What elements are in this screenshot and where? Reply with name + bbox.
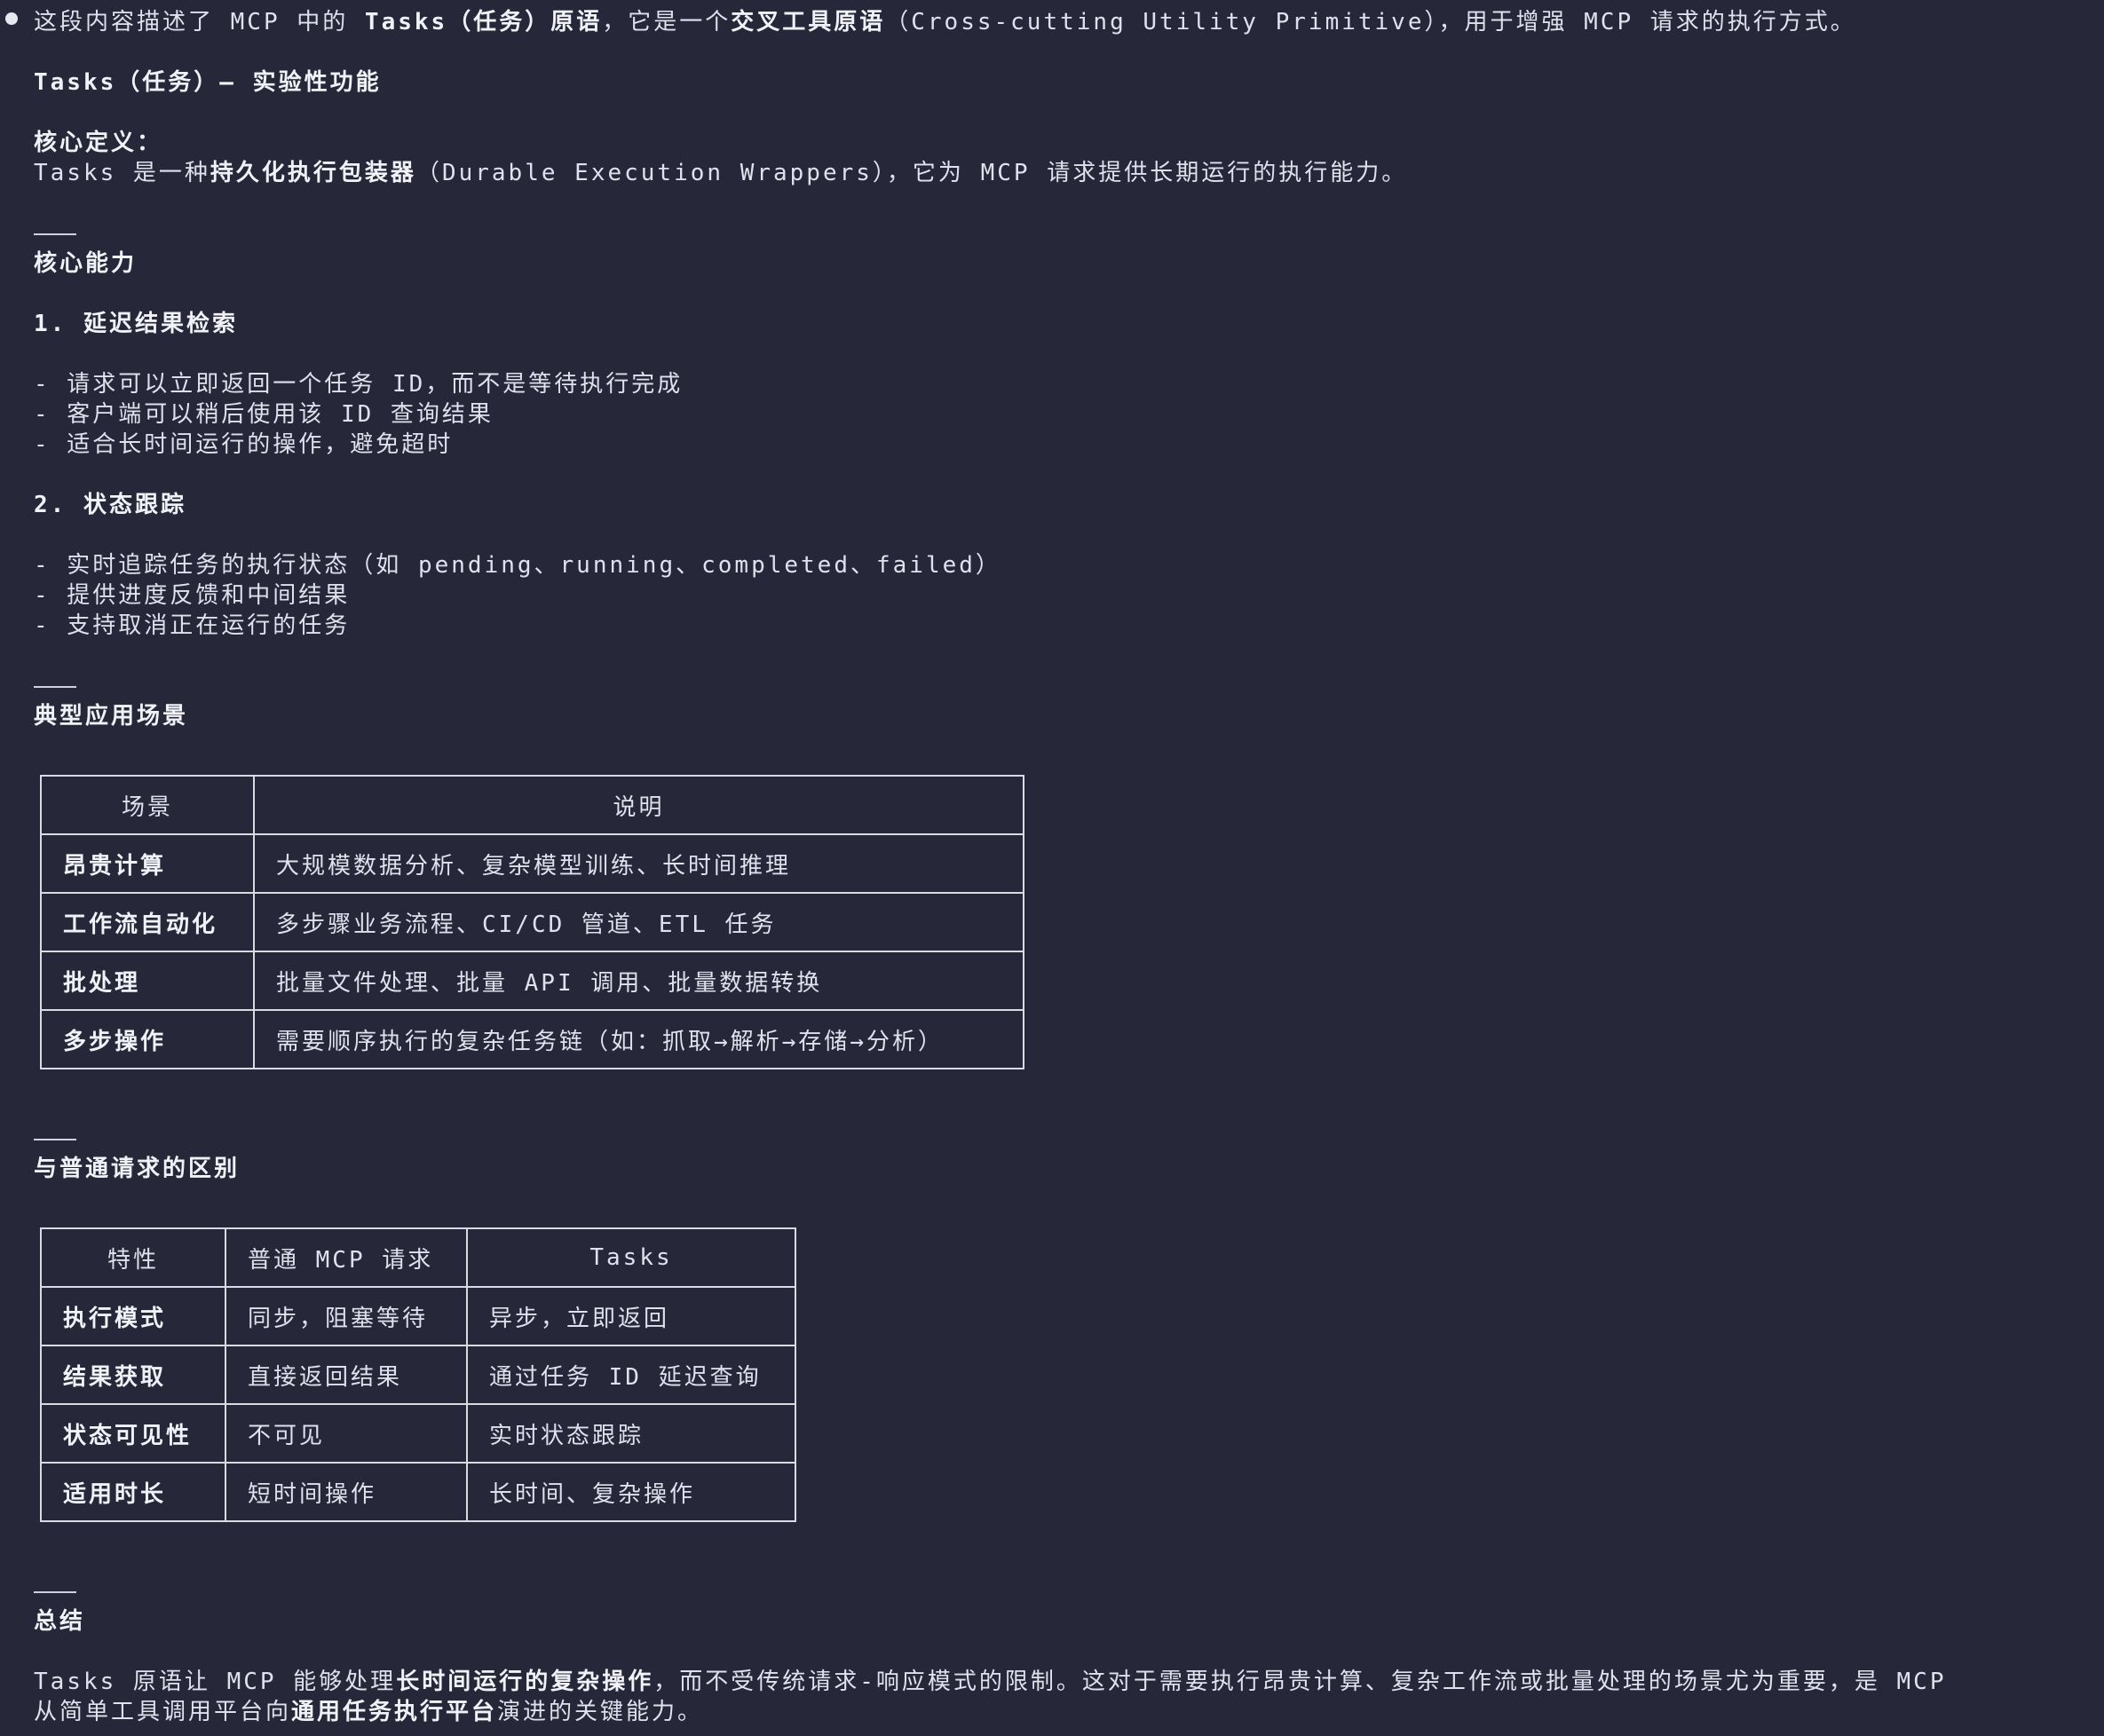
table-key-cell: 工作流自动化	[40, 892, 255, 952]
table-key-cell: 结果获取	[40, 1345, 226, 1405]
table-cell: 短时间操作	[225, 1462, 468, 1522]
intro-text: ，它是一个	[602, 9, 732, 36]
intro-text: （Cross-cutting Utility Primitive），用于增强 M…	[885, 9, 1856, 36]
table-cell: 不可见	[225, 1403, 468, 1464]
table-row: 工作流自动化 多步骤业务流程、CI/CD 管道、ETL 任务	[40, 892, 1024, 952]
ability-1-item: - 适合长时间运行的操作，避免超时	[34, 431, 454, 458]
table-cell: 需要顺序执行的复杂任务链（如：抓取→解析→存储→分析）	[253, 1009, 1024, 1069]
table-row: 执行模式 同步，阻塞等待 异步，立即返回	[40, 1286, 796, 1346]
intro-bold-tasks: Tasks（任务）原语	[364, 9, 603, 36]
comparison-table: 特性 普通 MCP 请求 Tasks 执行模式 同步，阻塞等待 异步，立即返回 …	[40, 1227, 796, 1522]
table-header-cell: 场景	[40, 775, 255, 835]
table-cell: 长时间、复杂操作	[466, 1462, 796, 1522]
definition-bold: 持久化执行包装器	[210, 160, 416, 186]
scenarios-table: 场景 说明 昂贵计算 大规模数据分析、复杂模型训练、长时间推理 工作流自动化 多…	[40, 775, 1024, 1069]
table-key-cell: 状态可见性	[40, 1403, 226, 1464]
intro-line: 这段内容描述了 MCP 中的 Tasks（任务）原语，它是一个交叉工具原语（Cr…	[34, 7, 1856, 37]
table-key-cell: 昂贵计算	[40, 833, 255, 894]
ability-2-item: - 支持取消正在运行的任务	[34, 612, 351, 639]
table-header-cell: 说明	[253, 775, 1024, 835]
core-abilities-heading: 核心能力	[34, 249, 137, 279]
summary-text: Tasks 原语让 MCP 能够处理	[34, 1669, 397, 1695]
core-abilities-label: 核心能力	[34, 250, 138, 277]
separator-rule	[34, 1139, 76, 1140]
ability-2-label: 2. 状态跟踪	[34, 492, 186, 518]
summary-label: 总结	[34, 1608, 86, 1635]
title-text: Tasks（任务）— 实验性功能	[34, 69, 382, 96]
table-key-cell: 批处理	[40, 951, 255, 1011]
table-cell: 实时状态跟踪	[466, 1403, 796, 1464]
table-cell: 多步骤业务流程、CI/CD 管道、ETL 任务	[253, 892, 1024, 952]
table-row: 多步操作 需要顺序执行的复杂任务链（如：抓取→解析→存储→分析）	[40, 1009, 1024, 1069]
section-title: Tasks（任务）— 实验性功能	[34, 67, 382, 98]
ability-2-item: - 实时追踪任务的执行状态（如 pending、running、complete…	[34, 552, 1001, 579]
definition-text: （Durable Execution Wrappers），它为 MCP 请求提供…	[415, 160, 1408, 186]
ability-1-label: 1. 延迟结果检索	[34, 311, 238, 337]
table-cell: 直接返回结果	[225, 1345, 468, 1405]
separator-rule	[34, 1591, 76, 1593]
table-header-row: 场景 说明	[40, 775, 1024, 835]
table-cell: 异步，立即返回	[466, 1286, 796, 1346]
table-row: 结果获取 直接返回结果 通过任务 ID 延迟查询	[40, 1345, 796, 1405]
table-row: 昂贵计算 大规模数据分析、复杂模型训练、长时间推理	[40, 833, 1024, 894]
intro-text: 这段内容描述了 MCP 中的	[34, 9, 365, 36]
core-definition-text: Tasks 是一种持久化执行包装器（Durable Execution Wrap…	[34, 158, 1407, 188]
summary-text: 从简单工具调用平台向	[34, 1699, 292, 1725]
summary-bold: 通用任务执行平台	[291, 1699, 498, 1725]
comparison-heading: 与普通请求的区别	[34, 1154, 240, 1184]
summary-line: 从简单工具调用平台向通用任务执行平台演进的关键能力。	[34, 1697, 703, 1727]
table-key-cell: 多步操作	[40, 1009, 255, 1069]
ability-2-title: 2. 状态跟踪	[34, 490, 186, 520]
summary-line: Tasks 原语让 MCP 能够处理长时间运行的复杂操作，而不受传统请求-响应模…	[34, 1667, 1946, 1697]
table-row: 状态可见性 不可见 实时状态跟踪	[40, 1403, 796, 1464]
scenarios-heading: 典型应用场景	[34, 701, 188, 731]
table-key-cell: 执行模式	[40, 1286, 226, 1346]
table-header-cell: Tasks	[466, 1227, 796, 1288]
core-definition-heading: 核心定义：	[34, 128, 162, 158]
ability-1-item: - 请求可以立即返回一个任务 ID，而不是等待执行完成	[34, 371, 684, 398]
ability-1-item: - 客户端可以稍后使用该 ID 查询结果	[34, 401, 494, 428]
separator-rule	[34, 233, 76, 235]
ability-1-title: 1. 延迟结果检索	[34, 309, 238, 339]
table-header-cell: 特性	[40, 1227, 226, 1288]
table-header-row: 特性 普通 MCP 请求 Tasks	[40, 1227, 796, 1288]
table-row: 批处理 批量文件处理、批量 API 调用、批量数据转换	[40, 951, 1024, 1011]
comparison-label: 与普通请求的区别	[34, 1156, 241, 1182]
intro-bold-primitive: 交叉工具原语	[731, 9, 886, 36]
table-key-cell: 适用时长	[40, 1462, 226, 1522]
table-row: 适用时长 短时间操作 长时间、复杂操作	[40, 1462, 796, 1522]
summary-heading: 总结	[34, 1606, 85, 1637]
table-cell: 通过任务 ID 延迟查询	[466, 1345, 796, 1405]
table-cell: 大规模数据分析、复杂模型训练、长时间推理	[253, 833, 1024, 894]
summary-text: ，而不受传统请求-响应模式的限制。这对于需要执行昂贵计算、复杂工作流或批量处理的…	[653, 1669, 1947, 1695]
core-definition-label: 核心定义：	[34, 130, 163, 156]
separator-rule	[34, 686, 76, 688]
table-cell: 同步，阻塞等待	[225, 1286, 468, 1346]
summary-bold: 长时间运行的复杂操作	[396, 1669, 654, 1695]
ability-2-item: - 提供进度反馈和中间结果	[34, 582, 351, 609]
table-cell: 批量文件处理、批量 API 调用、批量数据转换	[253, 951, 1024, 1011]
definition-text: Tasks 是一种	[34, 160, 210, 186]
summary-text: 演进的关键能力。	[497, 1699, 704, 1725]
response-bullet-icon	[5, 12, 18, 25]
table-header-cell: 普通 MCP 请求	[225, 1227, 468, 1288]
scenarios-label: 典型应用场景	[34, 703, 189, 730]
